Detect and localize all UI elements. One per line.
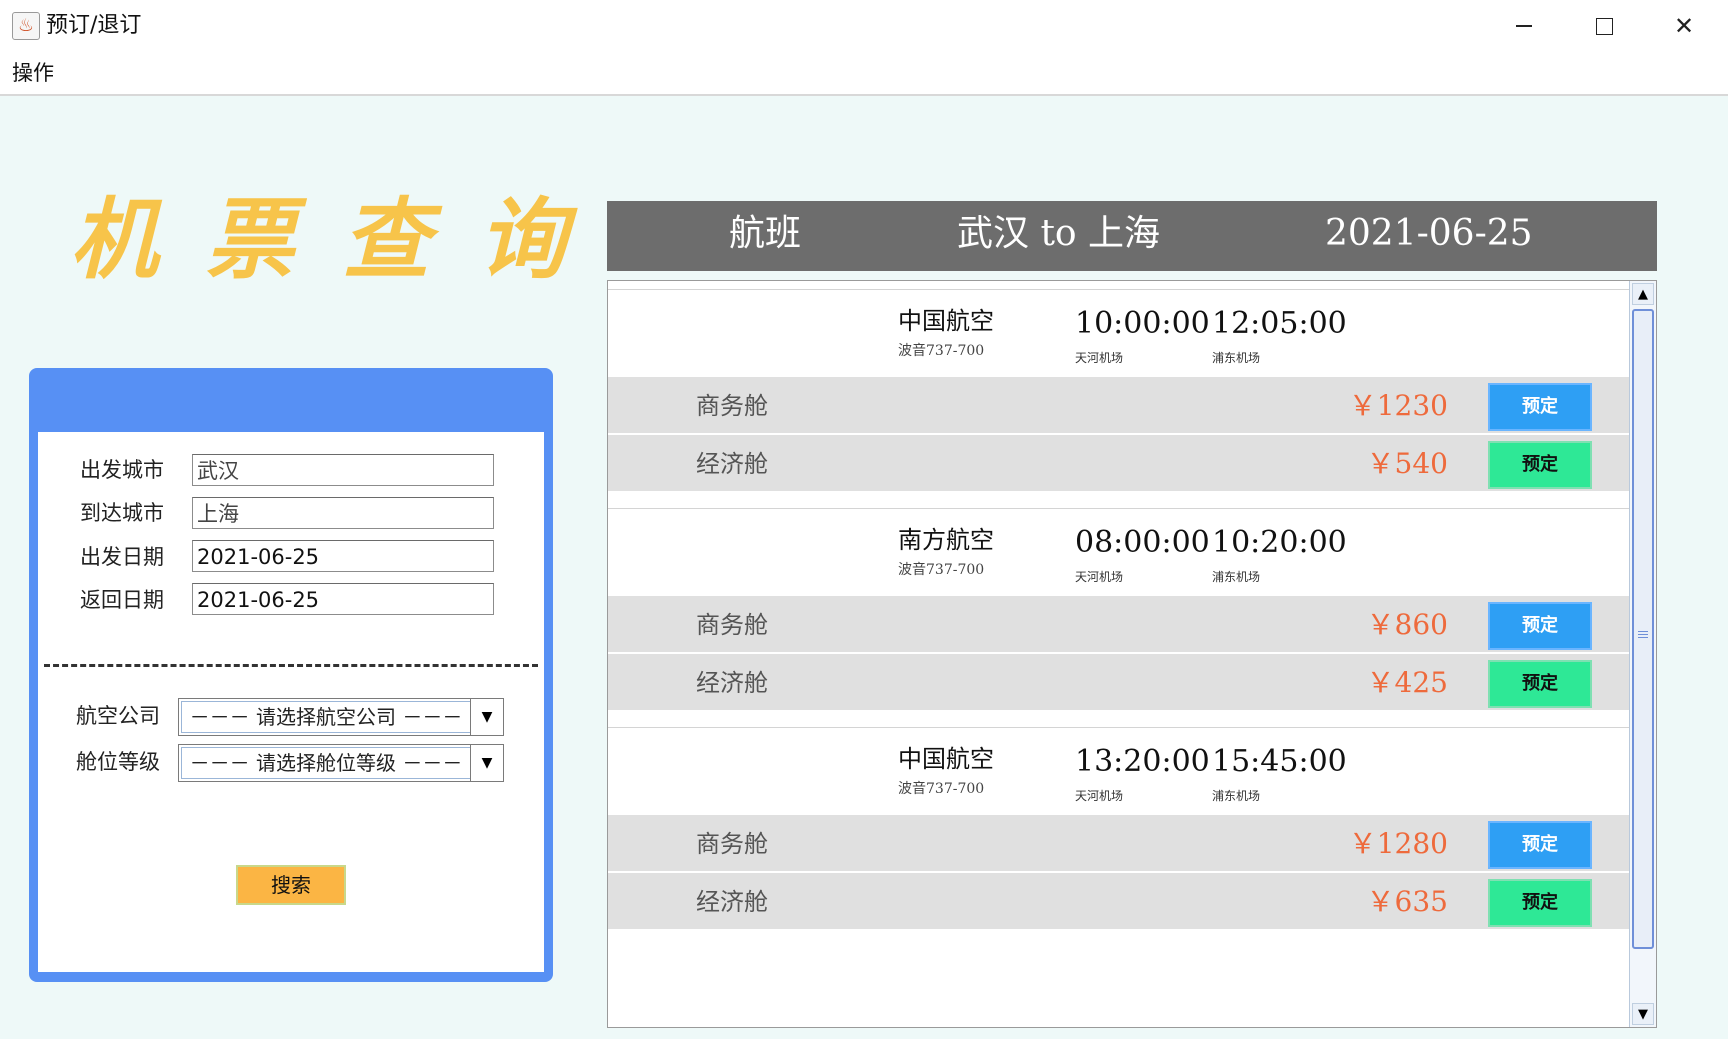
from-city-input[interactable]: 武汉 — [192, 454, 494, 486]
cabin-class: 商务舱 — [696, 611, 768, 639]
depart-airport: 天河机场 — [1075, 789, 1124, 803]
fare-row: 经济舱 ￥635 预定 — [608, 873, 1630, 931]
scroll-down-icon[interactable]: ▼ — [1632, 1003, 1654, 1025]
main-content: 机票查询 出发城市 武汉 到达城市 上海 出发日期 2021-06-25 返回日… — [0, 96, 1728, 1039]
menu-operations[interactable]: 操作 — [12, 60, 54, 86]
cabin-select-value: －－－ 请选择舱位等级 －－－ — [181, 747, 471, 779]
close-button[interactable]: ✕ — [1644, 6, 1724, 46]
airline-name: 南方航空 — [898, 526, 994, 554]
maximize-button[interactable] — [1564, 6, 1644, 46]
fare-price: ￥540 — [1366, 447, 1448, 480]
fare-price: ￥635 — [1366, 885, 1448, 918]
maximize-icon — [1595, 17, 1613, 35]
close-icon: ✕ — [1673, 12, 1695, 40]
fare-price: ￥1230 — [1348, 389, 1448, 422]
cabin-class: 经济舱 — [696, 669, 768, 697]
depart-date-label: 出发日期 — [80, 545, 164, 569]
from-city-label: 出发城市 — [80, 458, 164, 482]
vertical-scrollbar[interactable]: ▲ ▼ — [1629, 281, 1656, 1027]
arrive-airport: 浦东机场 — [1212, 351, 1261, 365]
grip-icon — [1638, 631, 1648, 632]
book-button[interactable]: 预定 — [1488, 383, 1592, 431]
fare-row: 商务舱 ￥860 预定 — [608, 596, 1630, 654]
book-button[interactable]: 预定 — [1488, 441, 1592, 489]
flight-list[interactable]: 中国航空 波音737-700 10:00:00 12:05:00 天河机场 浦东… — [607, 280, 1657, 1028]
flight-header-route: 武汉 to 上海 — [957, 213, 1161, 254]
book-button[interactable]: 预定 — [1488, 879, 1592, 927]
minimize-icon — [1516, 25, 1532, 27]
cabin-class: 经济舱 — [696, 450, 768, 478]
airline-select[interactable]: －－－ 请选择航空公司 －－－ ▼ — [178, 698, 504, 736]
plane-model: 波音737-700 — [898, 343, 985, 359]
menu-bar: 操作 — [0, 52, 1728, 96]
fare-price: ￥860 — [1366, 608, 1448, 641]
depart-time: 08:00:00 — [1075, 525, 1210, 560]
flight-row: 中国航空 波音737-700 10:00:00 12:05:00 天河机场 浦东… — [608, 289, 1630, 377]
plane-model: 波音737-700 — [898, 562, 985, 578]
book-button[interactable]: 预定 — [1488, 602, 1592, 650]
flight-row: 中国航空 波音737-700 13:20:00 15:45:00 天河机场 浦东… — [608, 727, 1630, 815]
chevron-down-icon[interactable]: ▼ — [470, 745, 503, 781]
chevron-down-icon[interactable]: ▼ — [470, 699, 503, 735]
depart-time: 13:20:00 — [1075, 744, 1210, 779]
cabin-class: 商务舱 — [696, 392, 768, 420]
minimize-button[interactable] — [1484, 6, 1564, 46]
to-city-input[interactable]: 上海 — [192, 497, 494, 529]
book-button[interactable]: 预定 — [1488, 660, 1592, 708]
search-button[interactable]: 搜索 — [236, 865, 346, 905]
flight-row: 南方航空 波音737-700 08:00:00 10:20:00 天河机场 浦东… — [608, 508, 1630, 596]
arrive-airport: 浦东机场 — [1212, 570, 1261, 584]
window-titlebar: ♨ 预订/退订 ✕ — [0, 0, 1728, 52]
depart-time: 10:00:00 — [1075, 306, 1210, 341]
page-title: 机票查询 — [70, 187, 615, 291]
fare-price: ￥425 — [1366, 666, 1448, 699]
fare-row: 商务舱 ￥1280 预定 — [608, 815, 1630, 873]
cabin-select[interactable]: －－－ 请选择舱位等级 －－－ ▼ — [178, 744, 504, 782]
fare-row: 经济舱 ￥425 预定 — [608, 654, 1630, 712]
fare-row: 商务舱 ￥1230 预定 — [608, 377, 1630, 435]
arrive-airport: 浦东机场 — [1212, 789, 1261, 803]
arrive-time: 10:20:00 — [1212, 525, 1347, 560]
flight-header: 航班 武汉 to 上海 2021-06-25 — [607, 201, 1657, 271]
airline-name: 中国航空 — [898, 307, 994, 335]
arrive-time: 12:05:00 — [1212, 306, 1347, 341]
return-date-label: 返回日期 — [80, 588, 164, 612]
depart-airport: 天河机场 — [1075, 570, 1124, 584]
depart-airport: 天河机场 — [1075, 351, 1124, 365]
java-cup-icon: ♨ — [12, 12, 40, 40]
flight-header-label: 航班 — [729, 213, 802, 254]
book-button[interactable]: 预定 — [1488, 821, 1592, 869]
depart-date-input[interactable]: 2021-06-25 — [192, 540, 494, 572]
airline-label: 航空公司 — [76, 704, 160, 728]
search-form: 出发城市 武汉 到达城市 上海 出发日期 2021-06-25 返回日期 202… — [38, 432, 544, 972]
fare-row: 经济舱 ￥540 预定 — [608, 435, 1630, 493]
window-title: 预订/退订 — [46, 13, 142, 38]
cabin-class: 经济舱 — [696, 888, 768, 916]
airline-select-value: －－－ 请选择航空公司 －－－ — [181, 701, 471, 733]
divider — [44, 664, 538, 667]
scroll-thumb[interactable] — [1632, 309, 1654, 949]
cabin-label: 舱位等级 — [76, 750, 160, 774]
return-date-input[interactable]: 2021-06-25 — [192, 583, 494, 615]
fare-price: ￥1280 — [1348, 827, 1448, 860]
airline-name: 中国航空 — [898, 745, 994, 773]
flight-header-date: 2021-06-25 — [1325, 213, 1533, 254]
cabin-class: 商务舱 — [696, 830, 768, 858]
scroll-up-icon[interactable]: ▲ — [1632, 283, 1654, 305]
to-city-label: 到达城市 — [80, 501, 164, 525]
search-panel: 出发城市 武汉 到达城市 上海 出发日期 2021-06-25 返回日期 202… — [29, 368, 553, 982]
arrive-time: 15:45:00 — [1212, 744, 1347, 779]
plane-model: 波音737-700 — [898, 781, 985, 797]
